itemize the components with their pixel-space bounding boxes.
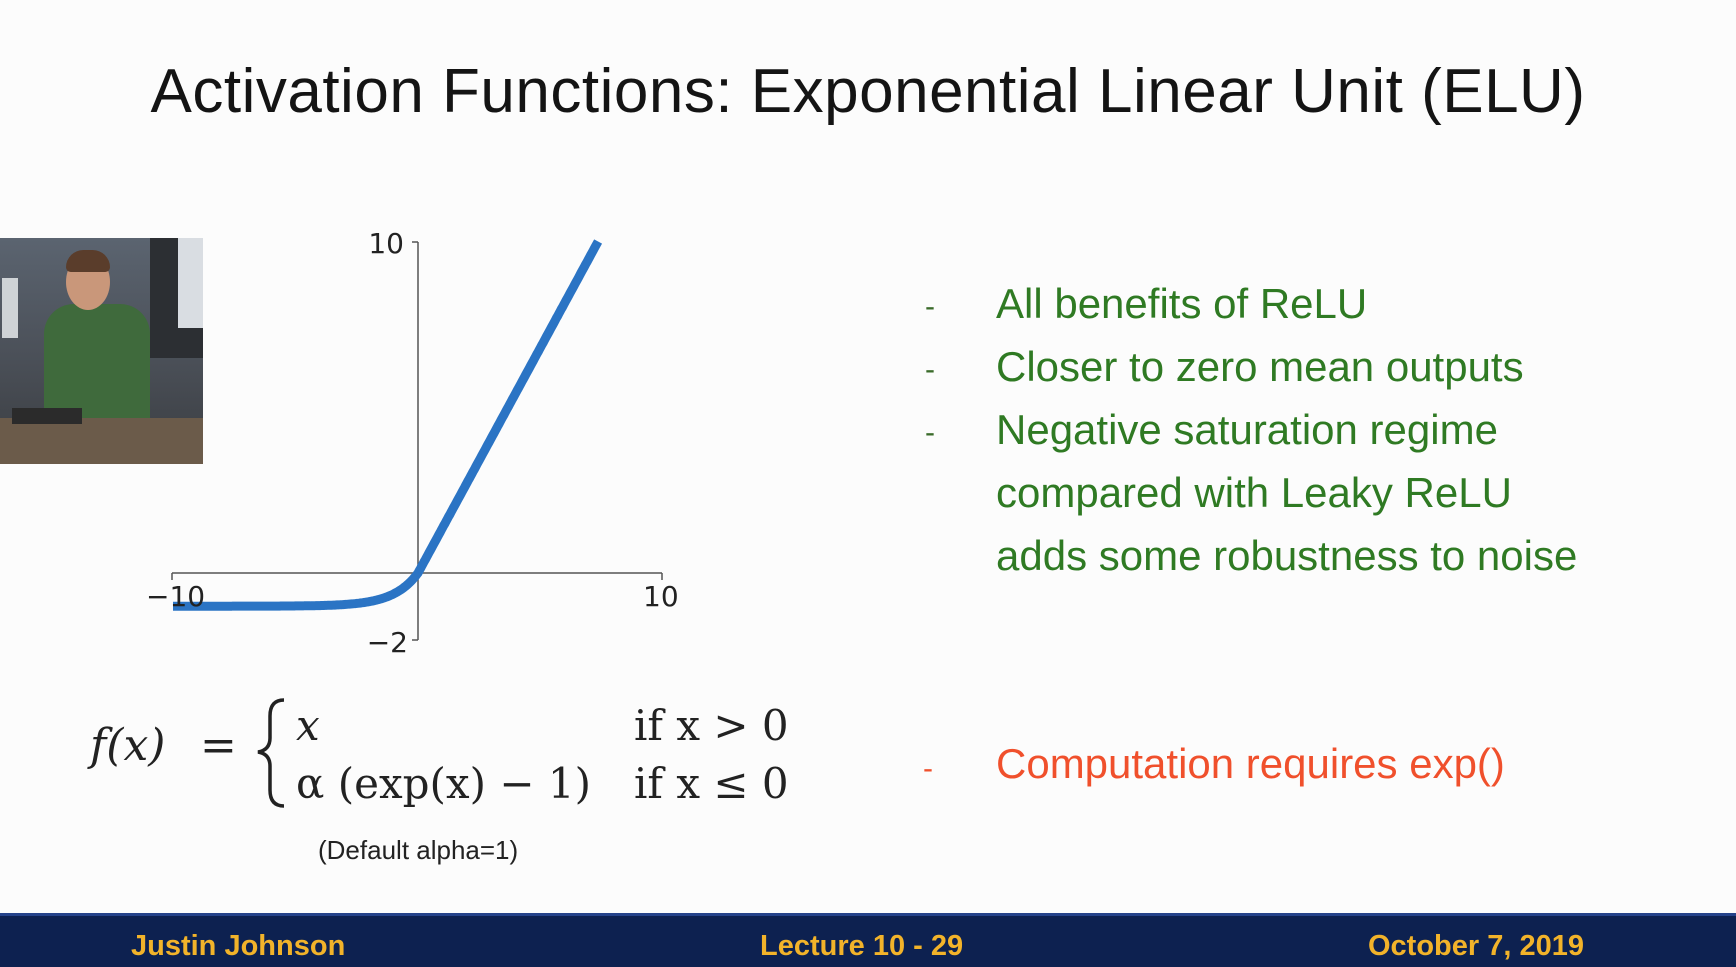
footer-lecture: Lecture 10 - 29 [760, 930, 964, 962]
bullet-saturation-line3: adds some robustness to noise [996, 532, 1578, 579]
bullet-saturation-line2: compared with Leaky ReLU [996, 469, 1512, 516]
y-max-tick-label: 10 [368, 227, 404, 260]
formula-lhs: f(x) [87, 720, 165, 771]
slide-footer: Justin Johnson Lecture 10 - 29 October 7… [0, 913, 1736, 967]
bullet-zero-mean: Closer to zero mean outputs [996, 343, 1524, 390]
case1-condition: if x > 0 [634, 701, 789, 750]
formula-default-alpha-note: (Default alpha=1) [318, 835, 519, 865]
case2-condition: if x ≤ 0 [634, 759, 789, 808]
x-min-tick-label: −10 [146, 580, 205, 613]
bullet-dash-3: - [925, 416, 935, 449]
formula-equals: = [200, 720, 237, 771]
elu-formula: f(x) = x if x > 0 α (exp(x) − 1) if x ≤ … [87, 698, 789, 808]
formula-brace [257, 698, 285, 808]
bullet-computation-exp: Computation requires exp() [996, 740, 1505, 787]
x-max-tick-label: 10 [643, 580, 679, 613]
case1-expression: x [296, 701, 320, 750]
bullet-dash-2: - [925, 353, 935, 386]
bullet-benefits-relu: All benefits of ReLU [996, 280, 1368, 327]
footer-author: Justin Johnson [131, 930, 346, 962]
y-min-tick-label: −2 [367, 626, 408, 659]
elu-chart: 10 −2 −10 10 [146, 227, 679, 659]
bullet-saturation-line1: Negative saturation regime [996, 406, 1498, 453]
bullet-dash-con: - [923, 752, 933, 785]
footer-date: October 7, 2019 [1368, 930, 1584, 962]
case2-expression: α (exp(x) − 1) [296, 759, 591, 808]
slide-title: Activation Functions: Exponential Linear… [150, 57, 1586, 126]
elu-curve [169, 239, 603, 611]
bullet-dash-1: - [925, 290, 935, 323]
